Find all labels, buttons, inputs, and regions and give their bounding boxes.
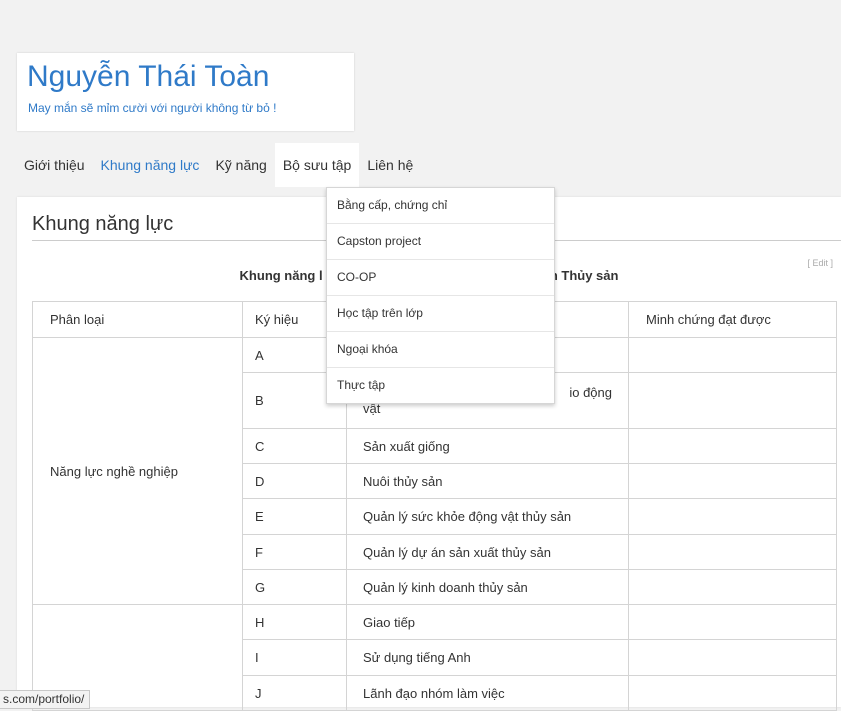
site-title[interactable]: Nguyễn Thái Toàn	[27, 59, 269, 95]
evidence-cell	[628, 428, 837, 464]
nav-item-lien-he[interactable]: Liên hệ	[359, 143, 421, 187]
evidence-cell	[628, 463, 837, 499]
desc-cell: Quản lý kinh doanh thủy sản	[346, 569, 629, 605]
menu-item-co-op[interactable]: CO-OP	[327, 260, 554, 296]
desc-cell: Lãnh đạo nhóm làm việc	[346, 675, 629, 711]
menu-item-hoc-tap-tren-lop[interactable]: Học tập trên lớp	[327, 296, 554, 332]
menu-item-ngoai-khoa[interactable]: Ngoại khóa	[327, 332, 554, 368]
site-tagline: May mắn sẽ mỉm cười với người không từ b…	[28, 101, 277, 115]
code-cell: E	[242, 498, 347, 535]
desc-cell: Giao tiếp	[346, 604, 629, 640]
evidence-cell	[628, 534, 837, 570]
link-status-bar: s.com/portfolio/	[0, 690, 91, 709]
evidence-cell	[628, 604, 837, 640]
table-row: H Giao tiếp	[32, 604, 837, 711]
code-cell: F	[242, 534, 347, 570]
nav-item-ky-nang[interactable]: Kỹ năng	[207, 143, 274, 187]
site-header-card: Nguyễn Thái Toàn May mắn sẽ mỉm cười với…	[17, 53, 354, 131]
code-cell: J	[242, 675, 347, 711]
nav-item-khung-nang-luc[interactable]: Khung năng lực	[93, 143, 208, 187]
desc-cell: Nuôi thủy sản	[346, 463, 629, 499]
menu-item-thuc-tap[interactable]: Thực tập	[327, 368, 554, 403]
main-navigation: Giới thiệu Khung năng lực Kỹ năng Bộ sưu…	[17, 143, 841, 187]
menu-item-bang-cap[interactable]: Bằng cấp, chứng chỉ	[327, 188, 554, 224]
page-title: Khung năng lực	[32, 213, 174, 235]
header-cell-minh-chung: Minh chứng đạt được	[628, 301, 837, 338]
code-cell: G	[242, 569, 347, 605]
code-cell: C	[242, 428, 347, 464]
evidence-cell	[628, 337, 837, 373]
menu-item-capston-project[interactable]: Capston project	[327, 224, 554, 260]
table-caption-left: Khung năng l	[239, 268, 323, 283]
bo-suu-tap-dropdown-menu: Bằng cấp, chứng chỉ Capston project CO-O…	[326, 187, 555, 404]
code-cell: H	[242, 604, 347, 640]
desc-cell: Quản lý dự án sản xuất thủy sản	[346, 534, 629, 570]
evidence-cell	[628, 498, 837, 535]
evidence-cell	[628, 372, 837, 429]
header-cell-phan-loai: Phân loại	[32, 301, 243, 338]
group-cell-nang-luc-nghe-nghiep: Năng lực nghề nghiệp	[32, 337, 243, 605]
evidence-cell	[628, 639, 837, 676]
desc-cell: Sản xuất giống	[346, 428, 629, 464]
nav-item-gioi-thieu[interactable]: Giới thiệu	[17, 143, 93, 187]
desc-cell: Quản lý sức khỏe động vật thủy sản	[346, 498, 629, 535]
evidence-cell	[628, 675, 837, 711]
code-cell: D	[242, 463, 347, 499]
nav-item-bo-suu-tap[interactable]: Bộ sưu tập	[274, 143, 360, 187]
code-cell: I	[242, 639, 347, 676]
desc-cell: Sử dụng tiếng Anh	[346, 639, 629, 676]
edit-link[interactable]: [ Edit ]	[807, 258, 833, 268]
evidence-cell	[628, 569, 837, 605]
